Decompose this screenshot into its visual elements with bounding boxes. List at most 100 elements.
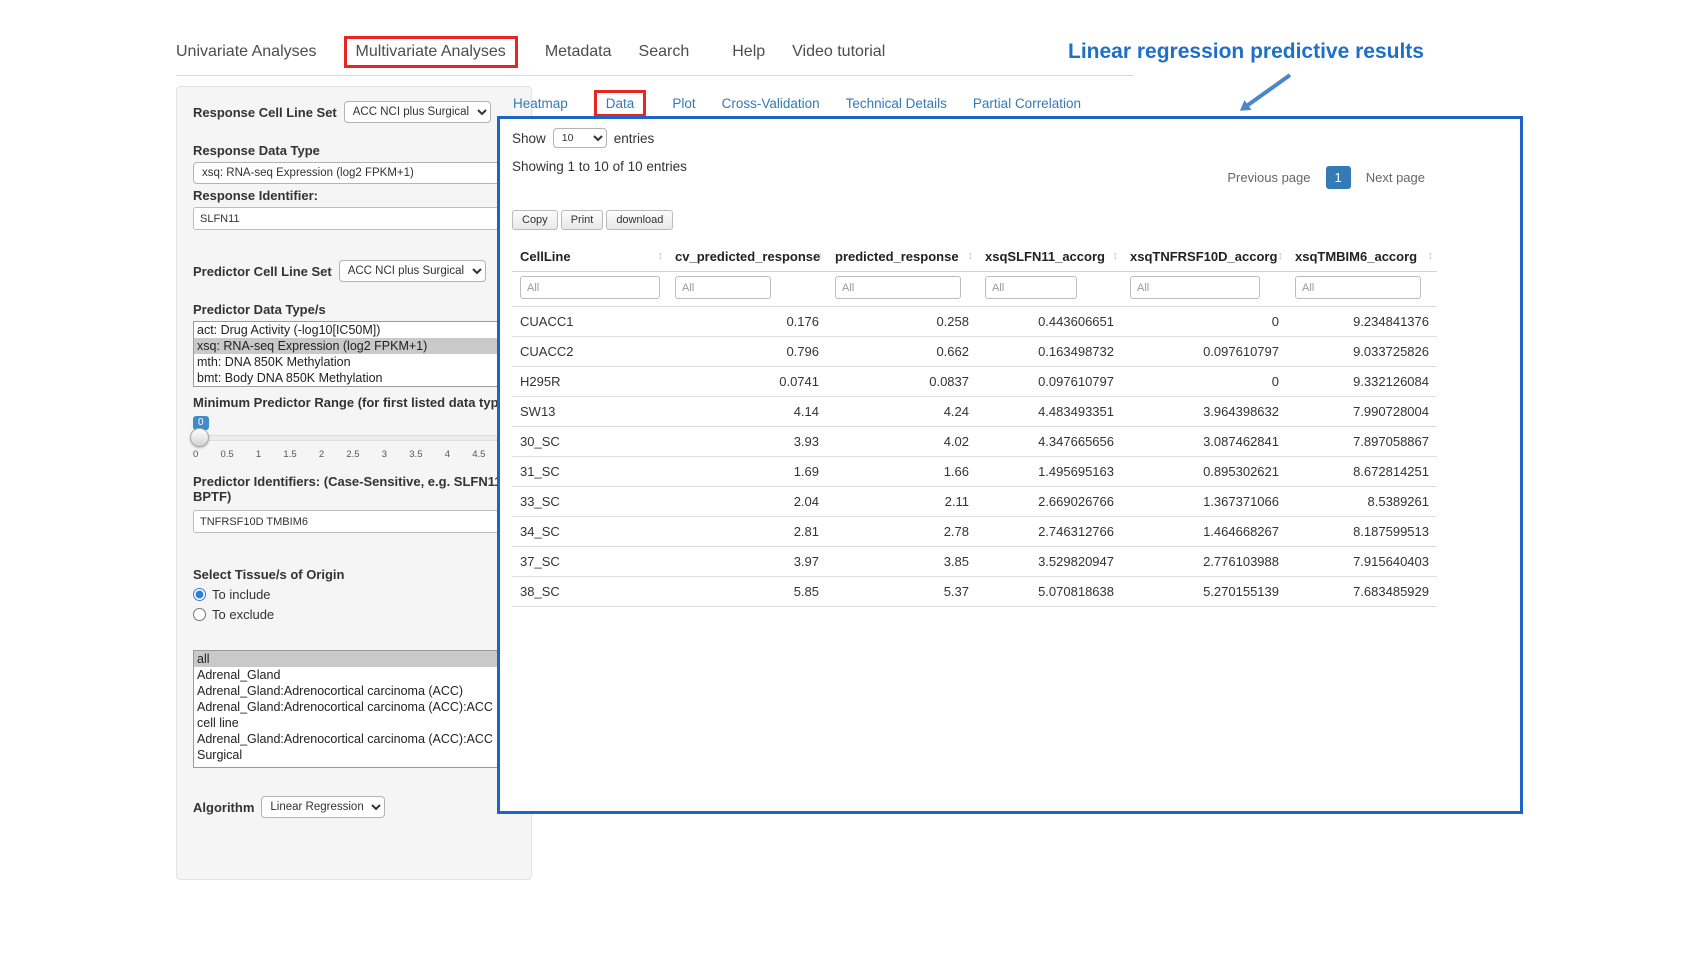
slider-tick-label: 0.5 <box>221 449 234 460</box>
copy-button[interactable]: Copy <box>512 210 558 230</box>
predictor-cell-line-set-label: Predictor Cell Line Set <box>193 264 332 279</box>
filter-input-xsqtnfrsf10d[interactable] <box>1130 276 1260 299</box>
sort-icon[interactable]: ↕ <box>818 250 824 262</box>
page-length-select[interactable]: 10 <box>553 128 607 148</box>
algorithm-select[interactable]: Linear Regression <box>261 796 385 818</box>
predicted-response-cell: 1.66 <box>827 457 977 487</box>
nav-video-tutorial[interactable]: Video tutorial <box>792 43 885 61</box>
slider-tick-label: 2.5 <box>346 449 359 460</box>
column-header-predicted-response[interactable]: predicted_response↕ <box>827 242 977 272</box>
list-item[interactable]: bmt: Body DNA 850K Methylation <box>194 370 514 386</box>
list-item[interactable]: Adrenal_Gland:Adrenocortical carcinoma (… <box>194 699 514 731</box>
sidebar-form: Response Cell Line Set ACC NCI plus Surg… <box>176 86 532 880</box>
pagination: Previous page 1 Next page <box>1217 165 1435 190</box>
xsqslfn11-cell: 2.746312766 <box>977 517 1122 547</box>
table-body: CUACC1 0.176 0.258 0.443606651 0 9.23484… <box>512 307 1437 607</box>
filter-input-predicted-response[interactable] <box>835 276 961 299</box>
response-identifier-input[interactable] <box>193 207 499 230</box>
nav-help[interactable]: Help <box>732 43 765 61</box>
cv-predicted-response-cell: 2.04 <box>667 487 827 517</box>
show-entries-control: Show 10 entries <box>512 128 1508 148</box>
cellline-cell: 34_SC <box>512 517 667 547</box>
download-button[interactable]: download <box>606 210 673 230</box>
cellline-cell: 33_SC <box>512 487 667 517</box>
column-header-xsqslfn11[interactable]: xsqSLFN11_accorg↕ <box>977 242 1122 272</box>
print-button[interactable]: Print <box>561 210 604 230</box>
sort-icon[interactable]: ↕ <box>1113 250 1119 262</box>
column-header-cv-predicted-response[interactable]: cv_predicted_response↕ <box>667 242 827 272</box>
annotation-title: Linear regression predictive results <box>1068 40 1424 64</box>
sort-icon[interactable]: ↕ <box>968 250 974 262</box>
xsqtmbim6-cell: 7.683485929 <box>1287 577 1437 607</box>
predictor-identifiers-input[interactable] <box>193 510 499 533</box>
column-header-cellline[interactable]: CellLine↕ <box>512 242 667 272</box>
predicted-response-cell: 2.78 <box>827 517 977 547</box>
predictor-cell-line-set-select[interactable]: ACC NCI plus Surgical <box>339 260 486 282</box>
nav-univariate-analyses[interactable]: Univariate Analyses <box>176 43 317 61</box>
response-cell-line-set-select[interactable]: ACC NCI plus Surgical <box>344 101 491 123</box>
tab-plot[interactable]: Plot <box>672 96 695 111</box>
slider-tick-label: 3 <box>382 449 387 460</box>
cv-predicted-response-cell: 0.0741 <box>667 367 827 397</box>
xsqslfn11-cell: 3.529820947 <box>977 547 1122 577</box>
xsqslfn11-cell: 1.495695163 <box>977 457 1122 487</box>
cellline-cell: SW13 <box>512 397 667 427</box>
tab-heatmap[interactable]: Heatmap <box>513 96 568 111</box>
table-row: H295R 0.0741 0.0837 0.097610797 0 9.3321… <box>512 367 1437 397</box>
tissue-include-radio[interactable] <box>193 588 206 601</box>
xsqtmbim6-cell: 7.990728004 <box>1287 397 1437 427</box>
list-item[interactable]: Adrenal_Gland <box>194 667 514 683</box>
sort-icon[interactable]: ↕ <box>1278 250 1284 262</box>
xsqtnfrsf10d-cell: 2.776103988 <box>1122 547 1287 577</box>
xsqtmbim6-cell: 9.332126084 <box>1287 367 1437 397</box>
list-item[interactable]: mth: DNA 850K Methylation <box>194 354 514 370</box>
cellline-cell: 30_SC <box>512 427 667 457</box>
xsqtmbim6-cell: 8.187599513 <box>1287 517 1437 547</box>
cv-predicted-response-cell: 2.81 <box>667 517 827 547</box>
xsqtnfrsf10d-cell: 3.964398632 <box>1122 397 1287 427</box>
tab-partial-correlation[interactable]: Partial Correlation <box>973 96 1081 111</box>
list-item[interactable]: all <box>194 651 514 667</box>
predicted-response-cell: 5.37 <box>827 577 977 607</box>
filter-input-xsqtmbim6[interactable] <box>1295 276 1421 299</box>
xsqtnfrsf10d-cell: 1.464668267 <box>1122 517 1287 547</box>
list-item[interactable]: Adrenal_Gland:Adrenocortical carcinoma (… <box>194 731 514 763</box>
predicted-response-cell: 0.0837 <box>827 367 977 397</box>
column-header-xsqtnfrsf10d[interactable]: xsqTNFRSF10D_accorg↕ <box>1122 242 1287 272</box>
nav-multivariate-analyses[interactable]: Multivariate Analyses <box>344 36 518 68</box>
predicted-response-cell: 4.02 <box>827 427 977 457</box>
slider-track[interactable] <box>193 435 513 441</box>
cv-predicted-response-cell: 0.796 <box>667 337 827 367</box>
filter-input-xsqslfn11[interactable] <box>985 276 1077 299</box>
filter-input-cv-predicted-response[interactable] <box>675 276 771 299</box>
filter-input-cellline[interactable] <box>520 276 660 299</box>
slider-handle[interactable] <box>190 428 209 447</box>
list-item[interactable]: Adrenal_Gland:Adrenocortical carcinoma (… <box>194 683 514 699</box>
tab-technical-details[interactable]: Technical Details <box>846 96 947 111</box>
table-row: 34_SC 2.81 2.78 2.746312766 1.464668267 … <box>512 517 1437 547</box>
sort-icon[interactable]: ↕ <box>658 250 664 262</box>
list-item[interactable]: act: Drug Activity (-log10[IC50M]) <box>194 322 514 338</box>
xsqtnfrsf10d-cell: 3.087462841 <box>1122 427 1287 457</box>
list-item[interactable]: xsq: RNA-seq Expression (log2 FPKM+1) <box>194 338 514 354</box>
previous-page-button[interactable]: Previous page <box>1217 165 1320 190</box>
slider-tick-label: 1 <box>256 449 261 460</box>
tissue-exclude-radio[interactable] <box>193 608 206 621</box>
sort-icon[interactable]: ↕ <box>1428 250 1434 262</box>
tab-cross-validation[interactable]: Cross-Validation <box>722 96 820 111</box>
predicted-response-cell: 4.24 <box>827 397 977 427</box>
nav-metadata[interactable]: Metadata <box>545 43 612 61</box>
table-row: 33_SC 2.04 2.11 2.669026766 1.367371066 … <box>512 487 1437 517</box>
results-table: CellLine↕ cv_predicted_response↕ predict… <box>512 242 1437 607</box>
column-header-xsqtmbim6[interactable]: xsqTMBIM6_accorg↕ <box>1287 242 1437 272</box>
table-row: 31_SC 1.69 1.66 1.495695163 0.895302621 … <box>512 457 1437 487</box>
page-number-button[interactable]: 1 <box>1326 166 1351 189</box>
table-row: 30_SC 3.93 4.02 4.347665656 3.087462841 … <box>512 427 1437 457</box>
nav-search[interactable]: Search <box>639 43 690 61</box>
xsqtmbim6-cell: 9.033725826 <box>1287 337 1437 367</box>
tissue-include-label: To include <box>212 587 271 602</box>
xsqslfn11-cell: 4.347665656 <box>977 427 1122 457</box>
next-page-button[interactable]: Next page <box>1356 165 1435 190</box>
tab-data[interactable]: Data <box>594 90 647 117</box>
response-data-type-select[interactable]: xsq: RNA-seq Expression (log2 FPKM+1) <box>193 162 515 184</box>
